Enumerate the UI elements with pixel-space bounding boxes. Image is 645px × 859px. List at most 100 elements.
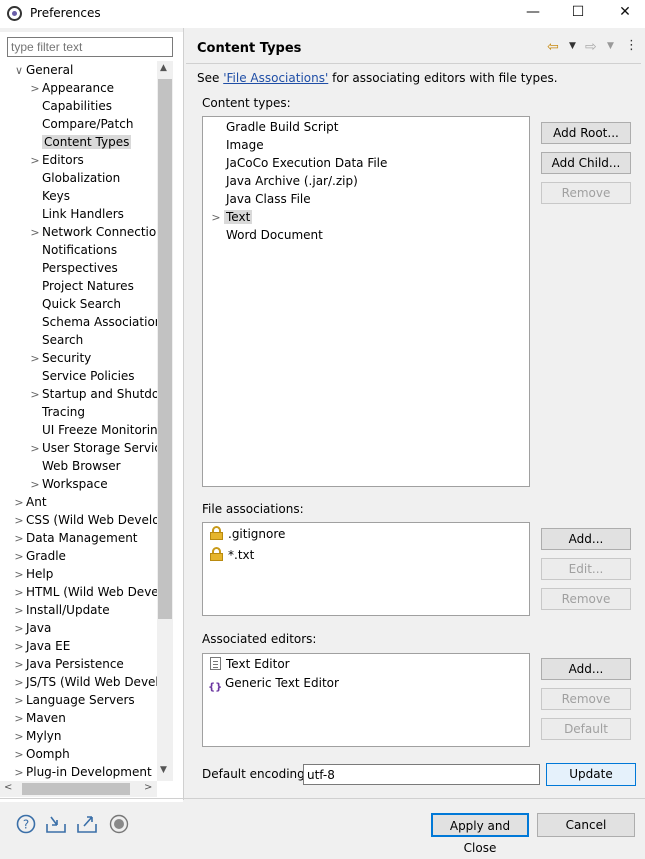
remove-file-association-button[interactable]: Remove	[541, 588, 631, 610]
content-type-item[interactable]: Gradle Build Script	[208, 118, 340, 136]
editor-item[interactable]: Text Editor	[210, 655, 290, 673]
tree-item[interactable]: > Mylyn	[12, 727, 61, 746]
chevron-right-icon[interactable]: >	[12, 692, 26, 710]
tree-item[interactable]: > Language Servers	[12, 691, 134, 710]
tree-item[interactable]: Globalization	[28, 169, 120, 187]
tree-item[interactable]: Notifications	[28, 241, 117, 259]
add-file-association-button[interactable]: Add...	[541, 528, 631, 550]
tree-item[interactable]: UI Freeze Monitoring	[28, 421, 157, 439]
tree-item[interactable]: Web Browser	[28, 457, 121, 475]
chevron-right-icon[interactable]: >	[12, 584, 26, 602]
tree-item[interactable]: > Security	[28, 349, 91, 367]
chevron-right-icon[interactable]: >	[12, 566, 26, 584]
maximize-button[interactable]: ☐	[567, 4, 589, 24]
tree-item[interactable]: Schema Associations	[28, 313, 157, 331]
tree-item[interactable]: > Oomph	[12, 745, 69, 764]
tree-item[interactable]: > Maven	[12, 709, 65, 728]
tree-item[interactable]: Search	[28, 331, 83, 349]
tree-item[interactable]: > Install/Update	[12, 601, 109, 620]
content-type-item[interactable]: Java Archive (.jar/.zip)	[208, 172, 360, 190]
chevron-right-icon[interactable]: >	[28, 224, 42, 242]
add-root-button[interactable]: Add Root...	[541, 122, 631, 144]
tree-item[interactable]: Compare/Patch	[28, 115, 133, 133]
scroll-down-arrow-icon[interactable]: ▼	[160, 765, 167, 775]
scroll-left-arrow-icon[interactable]: <	[4, 782, 12, 793]
chevron-right-icon[interactable]: >	[12, 710, 26, 728]
tree-item[interactable]: Capabilities	[28, 97, 112, 115]
chevron-right-icon[interactable]: >	[12, 656, 26, 674]
remove-content-type-button[interactable]: Remove	[541, 182, 631, 204]
tree-vertical-scrollbar[interactable]: ▲ ▼	[157, 61, 173, 781]
chevron-right-icon[interactable]: >	[12, 728, 26, 746]
edit-file-association-button[interactable]: Edit...	[541, 558, 631, 580]
forward-arrow-icon[interactable]: ⇨	[585, 39, 597, 55]
chevron-right-icon[interactable]: >	[28, 152, 42, 170]
content-type-item[interactable]: Word Document	[208, 226, 325, 244]
remove-editor-button[interactable]: Remove	[541, 688, 631, 710]
chevron-right-icon[interactable]: >	[12, 602, 26, 620]
pane-divider[interactable]	[183, 28, 184, 800]
tree-item[interactable]: Keys	[28, 187, 70, 205]
filter-input[interactable]	[7, 37, 173, 57]
back-menu-chevron-icon[interactable]: ▼	[569, 41, 576, 51]
file-association-item[interactable]: .gitignore	[210, 525, 285, 543]
chevron-right-icon[interactable]: >	[28, 440, 42, 458]
back-arrow-icon[interactable]: ⇦	[547, 39, 559, 55]
content-type-item[interactable]: Image	[208, 136, 266, 154]
update-encoding-button[interactable]: Update	[546, 763, 636, 786]
tree-item[interactable]: Link Handlers	[28, 205, 124, 223]
chevron-right-icon[interactable]: >	[208, 209, 224, 227]
chevron-right-icon[interactable]: >	[12, 674, 26, 692]
chevron-right-icon[interactable]: >	[12, 764, 26, 782]
tree-item[interactable]: Service Policies	[28, 367, 135, 385]
import-icon[interactable]	[45, 814, 66, 834]
tree-item[interactable]: Content Types	[28, 133, 132, 151]
tree-item[interactable]: > HTML (Wild Web Devel	[12, 583, 157, 601]
chevron-right-icon[interactable]: >	[28, 350, 42, 368]
tree-item[interactable]: Quick Search	[28, 295, 121, 313]
content-type-item[interactable]: Java Class File	[208, 190, 313, 208]
apply-and-close-button[interactable]: Apply and Close	[431, 813, 529, 855]
file-associations-link[interactable]: 'File Associations'	[223, 71, 328, 85]
file-associations-list[interactable]: .gitignore *.txt	[202, 522, 530, 616]
tree-item[interactable]: Perspectives	[28, 259, 118, 277]
chevron-right-icon[interactable]: >	[12, 548, 26, 566]
tree-item[interactable]: Tracing	[28, 403, 85, 421]
record-icon[interactable]	[109, 814, 129, 834]
tree-item[interactable]: > Editors	[28, 151, 83, 170]
tree-item[interactable]: > Java Persistence	[12, 655, 123, 674]
file-association-item[interactable]: *.txt	[210, 546, 254, 564]
chevron-right-icon[interactable]: >	[28, 476, 42, 494]
tree-item[interactable]: > CSS (Wild Web Develop	[12, 511, 157, 529]
tree-item[interactable]: > User Storage Service	[28, 439, 157, 457]
content-types-tree[interactable]: Gradle Build Script Image JaCoCo Execution…	[202, 116, 530, 487]
chevron-right-icon[interactable]: >	[28, 80, 42, 98]
tree-item[interactable]: > JS/TS (Wild Web Develo	[12, 673, 157, 691]
export-icon[interactable]	[76, 814, 97, 834]
tree-horizontal-scrollbar[interactable]: < >	[0, 781, 157, 797]
forward-menu-chevron-icon[interactable]: ▼	[607, 41, 614, 51]
editor-item[interactable]: {} Generic Text Editor	[208, 674, 339, 693]
tree-item[interactable]: > Data Management	[12, 529, 137, 547]
content-type-item[interactable]: JaCoCo Execution Data File	[208, 154, 389, 172]
chevron-down-icon[interactable]: ∨	[12, 62, 26, 80]
chevron-right-icon[interactable]: >	[12, 494, 26, 512]
default-encoding-input[interactable]	[303, 764, 540, 785]
tree-item[interactable]: > Gradle	[12, 547, 66, 565]
scroll-up-arrow-icon[interactable]: ▲	[160, 63, 167, 73]
tree-hscroll-thumb[interactable]	[22, 783, 130, 795]
tree-scroll-thumb[interactable]	[158, 79, 172, 619]
tree-item[interactable]: > Help	[12, 565, 53, 583]
associated-editors-list[interactable]: Text Editor {} Generic Text Editor	[202, 653, 530, 747]
close-button[interactable]: ✕	[614, 4, 636, 24]
cancel-button[interactable]: Cancel	[537, 813, 635, 837]
chevron-right-icon[interactable]: >	[12, 638, 26, 656]
tree-item[interactable]: Project Natures	[28, 277, 134, 295]
add-editor-button[interactable]: Add...	[541, 658, 631, 680]
view-menu-icon[interactable]: ⋮	[625, 38, 638, 53]
tree-item[interactable]: > Appearance	[28, 79, 114, 97]
chevron-right-icon[interactable]: >	[12, 746, 26, 764]
tree-item[interactable]: > Ant	[12, 493, 46, 512]
scroll-right-arrow-icon[interactable]: >	[144, 782, 152, 793]
tree-item[interactable]: > Plug-in Development	[12, 763, 151, 782]
